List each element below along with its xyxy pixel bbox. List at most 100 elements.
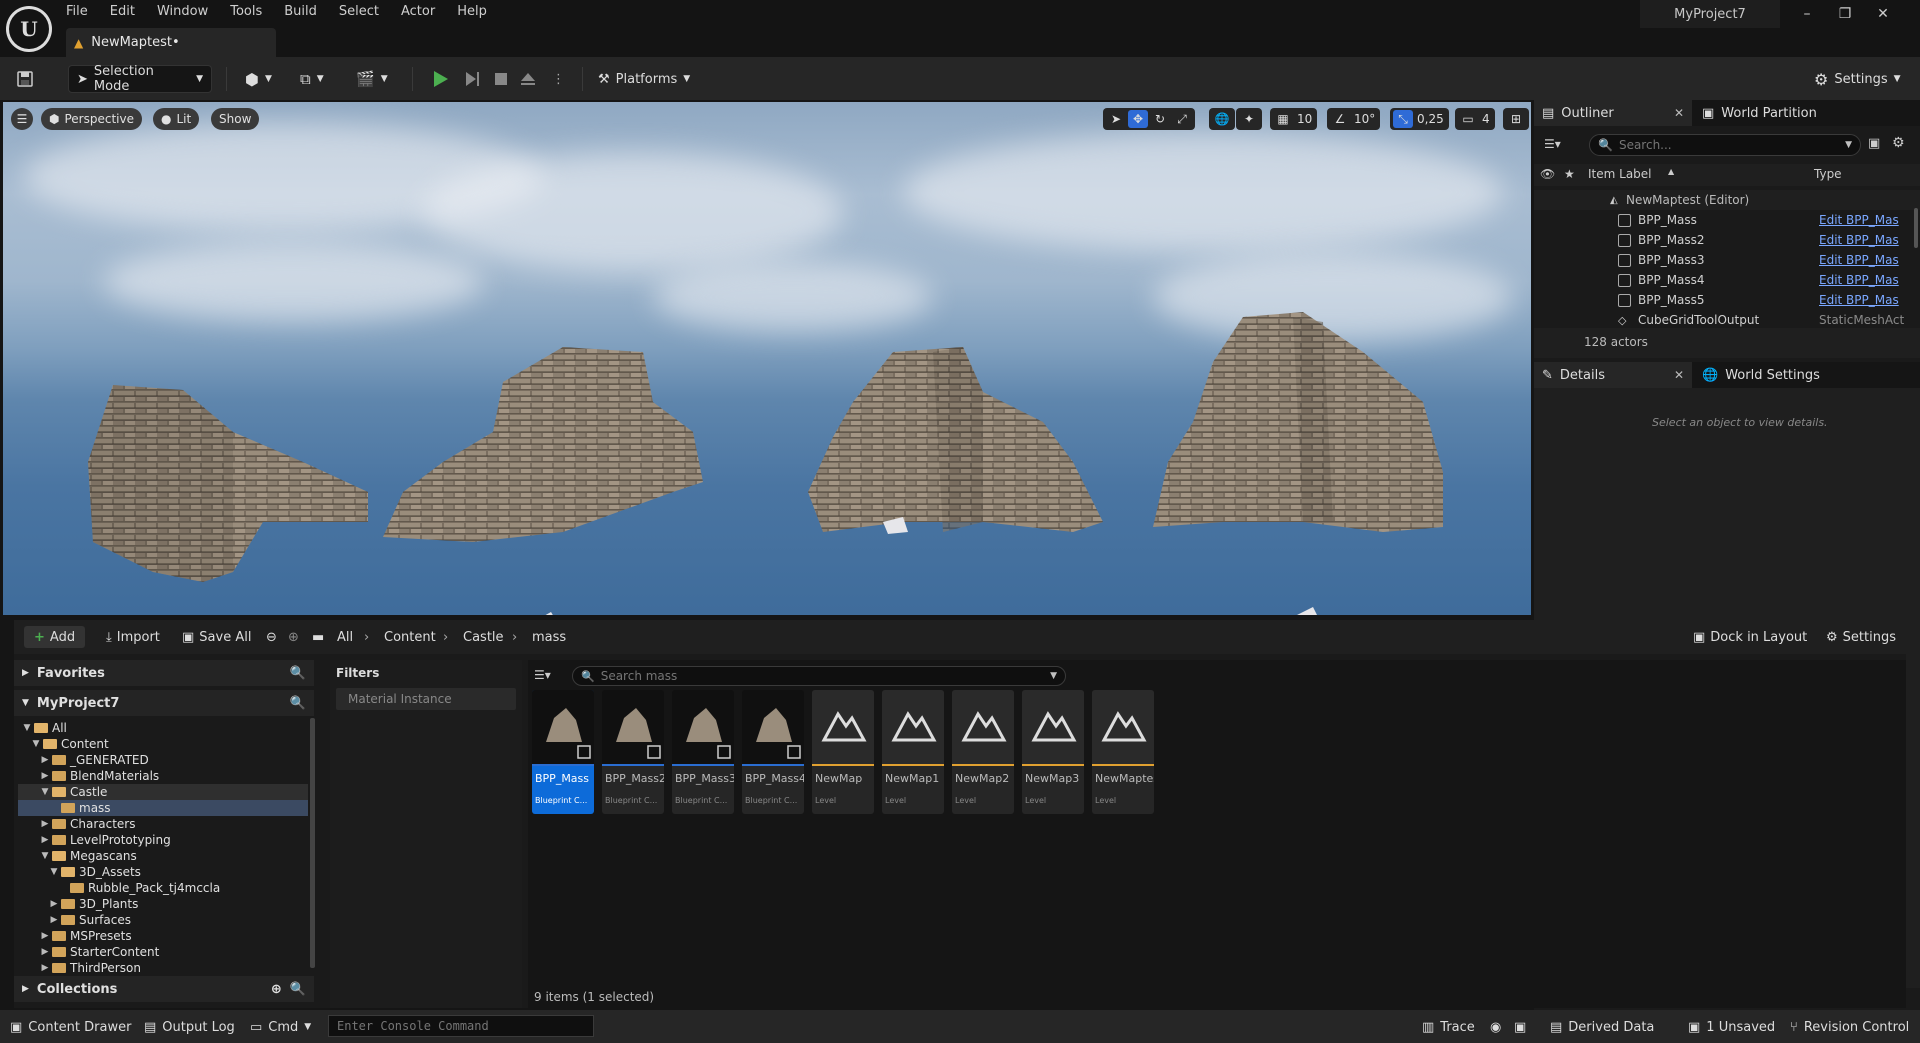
outliner-scrollbar[interactable] (1914, 208, 1918, 248)
tree-folder-item[interactable]: ▼ 3D_Assets (18, 864, 308, 880)
scale-snap-value[interactable]: 0,25 (1415, 112, 1446, 126)
outliner-search[interactable]: 🔍 ▼ (1589, 134, 1861, 156)
outliner-root-row[interactable]: ◭ NewMaptest (Editor) (1534, 190, 1920, 210)
stop-button[interactable] (492, 65, 510, 93)
asset-search[interactable]: 🔍 ▼ (572, 666, 1066, 686)
level-viewport[interactable]: ☰ ⬢ Perspective ● Lit Show ➤ ✥ ↻ ⤢ 🌐 ✦ ▦… (3, 102, 1531, 615)
outliner-search-input[interactable] (1618, 138, 1819, 152)
eject-button[interactable] (518, 65, 538, 93)
edit-blueprint-link[interactable]: Edit BPP_Mas (1819, 233, 1899, 247)
tree-folder-item[interactable]: ▶ 3D_Plants (18, 896, 308, 912)
caret-right-icon[interactable]: ▶ (40, 771, 50, 781)
save-icon[interactable] (16, 65, 34, 93)
tab-outliner[interactable]: ▤ Outliner ✕ (1534, 100, 1692, 126)
unsaved-button[interactable]: ▣ 1 Unsaved (1688, 1018, 1775, 1036)
translate-tool-icon[interactable]: ✥ (1128, 110, 1148, 128)
outliner-row[interactable]: BPP_Mass3 Edit BPP_Mas (1534, 250, 1920, 270)
close-icon[interactable]: ✕ (1674, 368, 1684, 382)
edit-blueprint-link[interactable]: Edit BPP_Mas (1819, 293, 1899, 307)
asset-tile[interactable]: BPP_Mass3 Blueprint C... (672, 690, 734, 814)
search-icon[interactable]: 🔍 (290, 982, 306, 997)
blueprint-menu-button[interactable]: ⧉ ▼ (300, 65, 324, 93)
tree-folder-item[interactable]: ▶ MSPresets (18, 928, 308, 944)
tree-folder-item[interactable]: ▼ Content (18, 736, 308, 752)
menu-actor[interactable]: Actor (401, 3, 448, 21)
tree-folder-item[interactable]: mass (18, 800, 308, 816)
asset-tile[interactable]: NewMaptest Level (1092, 690, 1154, 814)
filter-icon[interactable]: ☰▾ (1544, 137, 1561, 151)
caret-down-icon[interactable]: ▼ (49, 867, 59, 877)
menu-build[interactable]: Build (284, 3, 330, 21)
close-window-icon[interactable]: ✕ (1876, 6, 1890, 22)
add-folder-icon[interactable]: ▣ (1868, 136, 1880, 151)
caret-down-icon[interactable]: ▼ (40, 787, 50, 797)
settings-dropdown[interactable]: ⚙ Settings ▼ (1814, 65, 1901, 93)
caret-right-icon[interactable]: ▶ (40, 963, 50, 973)
search-icon[interactable]: 🔍 (290, 666, 306, 681)
perspective-button[interactable]: ⬢ Perspective (41, 108, 142, 130)
platforms-dropdown[interactable]: ⚒ Platforms ▼ (598, 65, 690, 93)
save-all-button[interactable]: ▣ Save All (182, 626, 251, 648)
advance-frame-button[interactable] (462, 65, 482, 93)
unreal-logo-icon[interactable]: U (6, 6, 52, 52)
caret-down-icon[interactable]: ▼ (22, 723, 32, 733)
restore-icon[interactable]: ❐ (1838, 6, 1852, 22)
camera-icon[interactable]: ▭ (1458, 110, 1478, 128)
tree-folder-item[interactable]: ▶ LevelPrototyping (18, 832, 308, 848)
outliner-row[interactable]: BPP_Mass5 Edit BPP_Mas (1534, 290, 1920, 310)
selection-mode-dropdown[interactable]: ➤ Selection Mode ▼ (68, 64, 212, 94)
select-tool-icon[interactable]: ➤ (1106, 110, 1126, 128)
asset-tile[interactable]: BPP_Mass2 Blueprint C... (602, 690, 664, 814)
grid-snap-value[interactable]: 10 (1295, 112, 1314, 126)
add-actor-button[interactable]: ⬢ ▼ (245, 65, 272, 93)
tree-folder-item[interactable]: ▶ Characters (18, 816, 308, 832)
close-icon[interactable]: ✕ (1674, 106, 1684, 120)
dock-in-layout-button[interactable]: ▣ Dock in Layout (1693, 626, 1807, 648)
tree-folder-item[interactable]: ▶ StarterContent (18, 944, 308, 960)
menu-window[interactable]: Window (157, 3, 221, 21)
menu-help[interactable]: Help (457, 3, 500, 21)
asset-tile[interactable]: BPP_Mass Blueprint C... (532, 690, 594, 814)
revision-control-button[interactable]: ⑂ Revision Control (1790, 1018, 1909, 1036)
asset-tile[interactable]: NewMap Level (812, 690, 874, 814)
search-icon[interactable]: 🔍 (290, 696, 306, 711)
grid-snap-icon[interactable]: ▦ (1273, 110, 1293, 128)
outliner-settings-icon[interactable]: ⚙ (1892, 135, 1905, 151)
caret-down-icon[interactable]: ▼ (40, 851, 50, 861)
asset-tile[interactable]: NewMap3 Level (1022, 690, 1084, 814)
cmd-dropdown[interactable]: ▭ Cmd ▼ (250, 1018, 311, 1036)
asset-tile[interactable]: BPP_Mass4 Blueprint C... (742, 690, 804, 814)
surface-snap-icon[interactable]: ✦ (1239, 110, 1259, 128)
collections-header[interactable]: ▶ Collections ⊕ 🔍 (14, 976, 314, 1002)
favorites-header[interactable]: ▶ Favorites 🔍 (14, 660, 314, 686)
menu-file[interactable]: File (66, 3, 101, 21)
project-header[interactable]: ▼ MyProject7 🔍 (14, 690, 314, 716)
pin-star-icon[interactable]: ★ (1564, 167, 1575, 181)
record-icon[interactable]: ◉ (1490, 1018, 1501, 1036)
console-input[interactable] (337, 1019, 585, 1033)
screenshot-icon[interactable]: ▣ (1514, 1018, 1526, 1036)
caret-right-icon[interactable]: ▶ (40, 755, 50, 765)
tree-folder-item[interactable]: ▶ ThirdPerson (18, 960, 308, 976)
asset-tile[interactable]: NewMap1 Level (882, 690, 944, 814)
back-button[interactable]: ⊖ (266, 626, 277, 648)
menu-tools[interactable]: Tools (230, 3, 275, 21)
forward-button[interactable]: ⊕ (288, 626, 299, 648)
breadcrumb-all[interactable]: All (337, 626, 353, 648)
play-button[interactable] (430, 65, 450, 93)
menu-select[interactable]: Select (339, 3, 392, 21)
tab-world-settings[interactable]: 🌐 World Settings (1694, 362, 1864, 388)
world-space-icon[interactable]: 🌐 (1212, 110, 1232, 128)
asset-search-input[interactable] (600, 669, 1041, 683)
edit-blueprint-link[interactable]: Edit BPP_Mas (1819, 213, 1899, 227)
show-button[interactable]: Show (211, 108, 260, 130)
outliner-row[interactable]: BPP_Mass2 Edit BPP_Mas (1534, 230, 1920, 250)
derived-data-button[interactable]: ▤ Derived Data (1550, 1018, 1654, 1036)
edit-blueprint-link[interactable]: Edit BPP_Mas (1819, 273, 1899, 287)
caret-down-icon[interactable]: ▼ (31, 739, 41, 749)
trace-button[interactable]: ▥ Trace (1422, 1018, 1475, 1036)
play-options-icon[interactable]: ⋮ (552, 65, 565, 93)
tree-folder-item[interactable]: ▶ _GENERATED (18, 752, 308, 768)
console-command-field[interactable] (328, 1015, 594, 1037)
column-item-label[interactable]: Item Label (1588, 167, 1652, 181)
